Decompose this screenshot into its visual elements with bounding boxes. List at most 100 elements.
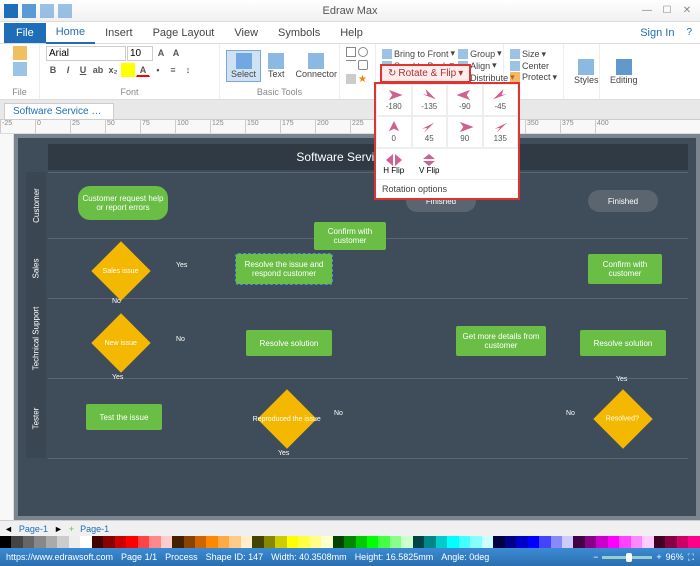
- tab-home[interactable]: Home: [46, 22, 95, 44]
- palette-swatch[interactable]: [482, 536, 493, 548]
- font-name-select[interactable]: [46, 46, 126, 61]
- rotate-45[interactable]: 45: [412, 116, 448, 148]
- shape-line-icon[interactable]: [346, 60, 356, 70]
- protect-button[interactable]: Protect▾: [510, 72, 557, 83]
- font-size-select[interactable]: [127, 46, 153, 61]
- help-icon[interactable]: ?: [682, 27, 696, 38]
- shape-test-issue[interactable]: Test the issue: [86, 404, 162, 430]
- palette-swatch[interactable]: [665, 536, 676, 548]
- palette-swatch[interactable]: [619, 536, 630, 548]
- drawing-canvas[interactable]: Software Service Cross-Fu Customer Sales…: [18, 138, 696, 516]
- spacing-button[interactable]: ↕: [181, 63, 195, 77]
- palette-swatch[interactable]: [92, 536, 103, 548]
- palette-swatch[interactable]: [69, 536, 80, 548]
- close-tab-icon[interactable]: ×: [111, 106, 114, 117]
- palette-swatch[interactable]: [562, 536, 573, 548]
- palette-swatch[interactable]: [459, 536, 470, 548]
- font-color-button[interactable]: A: [136, 63, 150, 77]
- tab-symbols[interactable]: Symbols: [268, 23, 330, 43]
- palette-swatch[interactable]: [287, 536, 298, 548]
- page-nav-prev[interactable]: ◄: [4, 524, 13, 534]
- subscript-button[interactable]: x₂: [106, 63, 120, 77]
- palette-swatch[interactable]: [11, 536, 22, 548]
- select-tool[interactable]: Select: [226, 50, 261, 82]
- palette-swatch[interactable]: [126, 536, 137, 548]
- bullets-button[interactable]: •: [151, 63, 165, 77]
- palette-swatch[interactable]: [356, 536, 367, 548]
- palette-swatch[interactable]: [80, 536, 91, 548]
- save-icon[interactable]: [22, 4, 36, 18]
- v-flip-button[interactable]: V Flip: [412, 149, 448, 179]
- fit-page-icon[interactable]: ⛶: [688, 552, 694, 563]
- palette-swatch[interactable]: [608, 536, 619, 548]
- increase-font-icon[interactable]: A: [154, 46, 168, 60]
- color-palette[interactable]: [0, 536, 700, 548]
- sign-in-link[interactable]: Sign In: [640, 27, 682, 39]
- palette-swatch[interactable]: [470, 536, 481, 548]
- rotate-90[interactable]: 90: [447, 116, 483, 148]
- zoom-control[interactable]: − + 96% ⛶: [593, 552, 694, 563]
- shape-confirm-1[interactable]: Confirm with customer: [314, 222, 386, 250]
- bold-button[interactable]: B: [46, 63, 60, 77]
- palette-swatch[interactable]: [677, 536, 688, 548]
- document-tab[interactable]: Software Service C...×: [4, 103, 114, 119]
- rotate-neg135[interactable]: -135: [412, 84, 448, 116]
- zoom-out-icon[interactable]: −: [593, 552, 598, 562]
- shape-resolve-solution-2[interactable]: Resolve solution: [580, 330, 666, 356]
- palette-swatch[interactable]: [493, 536, 504, 548]
- bring-to-front-button[interactable]: Bring to Front▾: [382, 48, 455, 59]
- palette-swatch[interactable]: [138, 536, 149, 548]
- palette-swatch[interactable]: [436, 536, 447, 548]
- shape-sales-issue[interactable]: Sales issue: [91, 241, 150, 300]
- page-tab-1[interactable]: Page-1: [19, 524, 48, 534]
- editing-button[interactable]: Editing: [606, 57, 642, 87]
- shape-circle-icon[interactable]: [358, 47, 368, 57]
- palette-swatch[interactable]: [275, 536, 286, 548]
- highlight-button[interactable]: [121, 63, 135, 77]
- palette-swatch[interactable]: [103, 536, 114, 548]
- clipboard-icon[interactable]: [13, 62, 27, 76]
- add-page-button[interactable]: +: [69, 524, 74, 534]
- redo-icon[interactable]: [58, 4, 72, 18]
- palette-swatch[interactable]: [413, 536, 424, 548]
- zoom-slider[interactable]: [602, 556, 652, 559]
- palette-swatch[interactable]: [528, 536, 539, 548]
- palette-swatch[interactable]: [539, 536, 550, 548]
- rotate-neg90[interactable]: -90: [447, 84, 483, 116]
- palette-swatch[interactable]: [631, 536, 642, 548]
- shape-more-details[interactable]: Get more details from customer: [456, 326, 546, 356]
- zoom-in-icon[interactable]: +: [656, 552, 661, 562]
- minimize-button[interactable]: —: [638, 4, 656, 18]
- rotation-options-button[interactable]: Rotation options: [376, 179, 518, 198]
- palette-swatch[interactable]: [0, 536, 11, 548]
- palette-swatch[interactable]: [218, 536, 229, 548]
- palette-swatch[interactable]: [596, 536, 607, 548]
- shape-star-icon[interactable]: ★: [358, 74, 368, 84]
- palette-swatch[interactable]: [447, 536, 458, 548]
- palette-swatch[interactable]: [344, 536, 355, 548]
- shape-finished-2[interactable]: Finished: [588, 190, 658, 212]
- palette-swatch[interactable]: [34, 536, 45, 548]
- rotate-0[interactable]: 0: [376, 116, 412, 148]
- palette-swatch[interactable]: [424, 536, 435, 548]
- palette-swatch[interactable]: [390, 536, 401, 548]
- text-tool[interactable]: Text: [264, 51, 289, 81]
- page-nav-next[interactable]: ►: [54, 524, 63, 534]
- connector-tool[interactable]: Connector: [292, 51, 342, 81]
- italic-button[interactable]: I: [61, 63, 75, 77]
- palette-swatch[interactable]: [401, 536, 412, 548]
- palette-swatch[interactable]: [551, 536, 562, 548]
- palette-swatch[interactable]: [367, 536, 378, 548]
- rotate-135[interactable]: 135: [483, 116, 519, 148]
- palette-swatch[interactable]: [310, 536, 321, 548]
- shape-square-icon[interactable]: [346, 47, 356, 57]
- palette-swatch[interactable]: [505, 536, 516, 548]
- shape-customer-request[interactable]: Customer request help or report errors: [78, 186, 168, 220]
- palette-swatch[interactable]: [172, 536, 183, 548]
- palette-swatch[interactable]: [149, 536, 160, 548]
- palette-swatch[interactable]: [252, 536, 263, 548]
- palette-swatch[interactable]: [642, 536, 653, 548]
- paste-icon[interactable]: [13, 46, 27, 60]
- palette-swatch[interactable]: [241, 536, 252, 548]
- styles-button[interactable]: Styles: [570, 57, 603, 87]
